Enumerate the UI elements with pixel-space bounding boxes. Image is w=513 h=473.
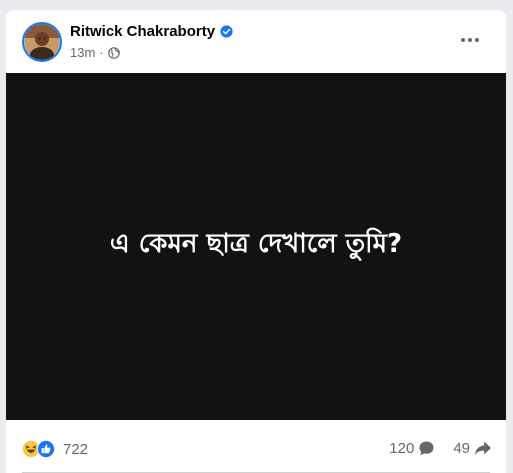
globe-icon[interactable]: [107, 46, 120, 59]
post-media[interactable]: এ কেমন ছাত্র দেখালে তুমি?: [6, 73, 506, 420]
post-meta: 13m ·: [70, 45, 120, 60]
engagement-stats: 120 49: [389, 440, 492, 457]
comment-count: 120: [389, 440, 415, 457]
reaction-count: 722: [63, 440, 89, 458]
media-caption: এ কেমন ছাত্র দেখালে তুমি?: [109, 228, 403, 259]
share-icon: [475, 441, 491, 456]
more-options-icon[interactable]: [452, 30, 488, 50]
like-reaction-icon: [37, 440, 55, 458]
post-header: Ritwick Chakraborty 13m ·: [6, 10, 506, 73]
author-avatar[interactable]: [22, 22, 62, 62]
meta-separator: ·: [99, 45, 104, 60]
reactions-summary[interactable]: 722: [22, 440, 88, 458]
post-timestamp[interactable]: 13m: [70, 45, 95, 60]
comments-count-button[interactable]: 120: [389, 440, 435, 457]
verified-badge-icon: [220, 25, 233, 38]
shares-count-button[interactable]: 49: [453, 440, 492, 457]
post-footer: 722 120 49: [6, 420, 506, 473]
share-count: 49: [453, 440, 470, 457]
post-card: Ritwick Chakraborty 13m · এ কেমন ছাত্র দ…: [6, 10, 506, 473]
author-name[interactable]: Ritwick Chakraborty: [70, 23, 215, 40]
comment-icon: [419, 441, 434, 456]
